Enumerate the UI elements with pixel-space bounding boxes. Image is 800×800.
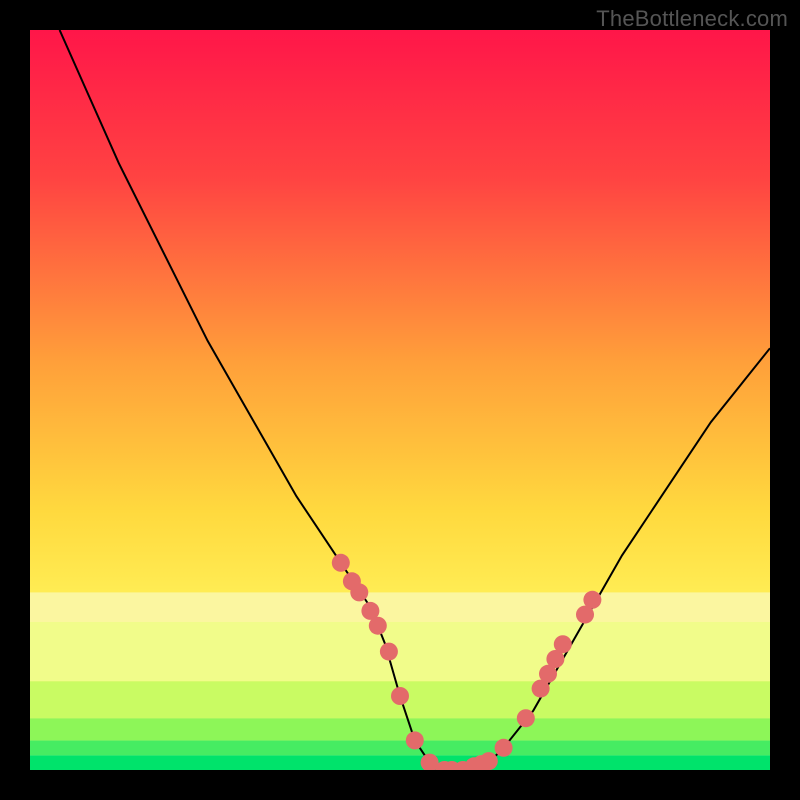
data-marker xyxy=(391,687,409,705)
data-marker xyxy=(583,591,601,609)
watermark-text: TheBottleneck.com xyxy=(596,6,788,32)
data-marker xyxy=(480,752,498,770)
data-marker xyxy=(380,643,398,661)
data-marker xyxy=(406,731,424,749)
data-marker xyxy=(369,617,387,635)
data-marker xyxy=(495,739,513,757)
chart-container: TheBottleneck.com xyxy=(0,0,800,800)
data-marker xyxy=(350,583,368,601)
data-marker xyxy=(517,709,535,727)
data-marker xyxy=(332,554,350,572)
chart-svg xyxy=(0,0,800,800)
data-marker xyxy=(554,635,572,653)
